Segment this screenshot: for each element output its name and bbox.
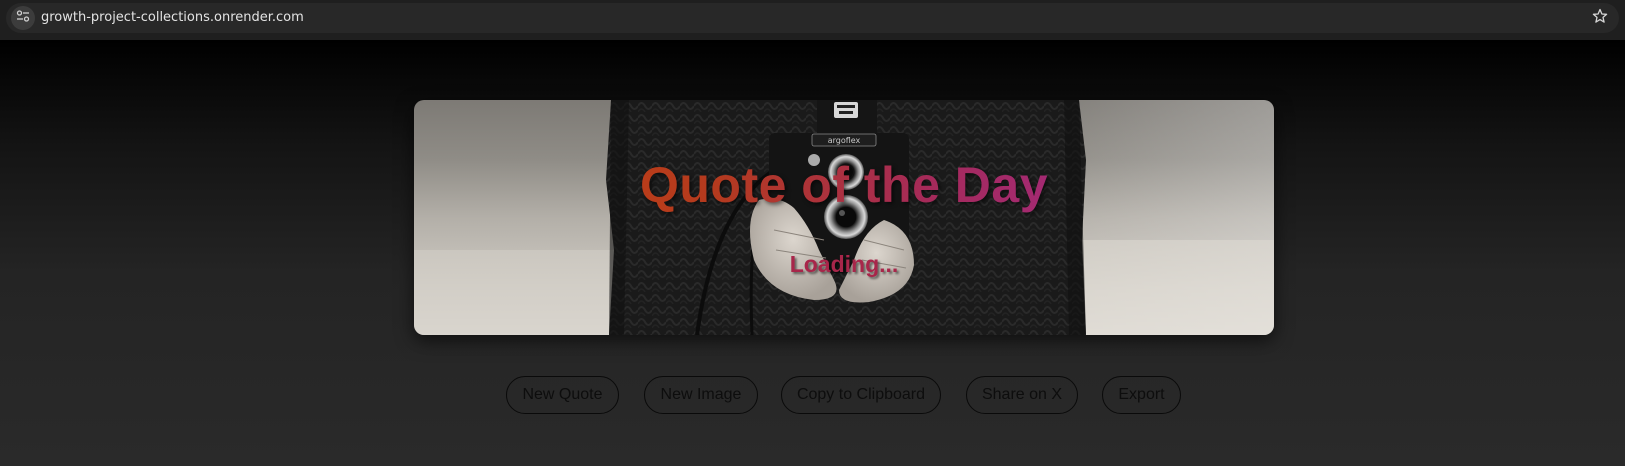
star-outline-icon xyxy=(1592,8,1608,29)
browser-toolbar: growth-project-collections.onrender.com xyxy=(0,0,1625,40)
page-title: Quote of the Day xyxy=(414,156,1274,214)
url-text[interactable]: growth-project-collections.onrender.com xyxy=(41,10,304,25)
background-photo: argoflex xyxy=(414,100,1274,335)
quote-text: Loading... xyxy=(789,251,899,277)
page-body: argoflex Quote of the Day Loading... New… xyxy=(0,40,1625,466)
quote-card: argoflex Quote of the Day Loading... xyxy=(414,100,1274,335)
share-on-x-button[interactable]: Share on X xyxy=(966,376,1078,414)
new-quote-button[interactable]: New Quote xyxy=(506,376,619,414)
site-info-button[interactable] xyxy=(11,6,35,30)
export-button[interactable]: Export xyxy=(1102,376,1181,414)
tune-icon xyxy=(16,9,30,28)
bookmark-button[interactable] xyxy=(1589,7,1611,29)
copy-to-clipboard-button[interactable]: Copy to Clipboard xyxy=(781,376,941,414)
address-bar[interactable]: growth-project-collections.onrender.com xyxy=(6,3,1619,33)
action-buttons: New Quote New Image Copy to Clipboard Sh… xyxy=(0,376,1625,416)
new-image-button[interactable]: New Image xyxy=(644,376,758,414)
camera-brand-plate: argoflex xyxy=(828,136,861,145)
